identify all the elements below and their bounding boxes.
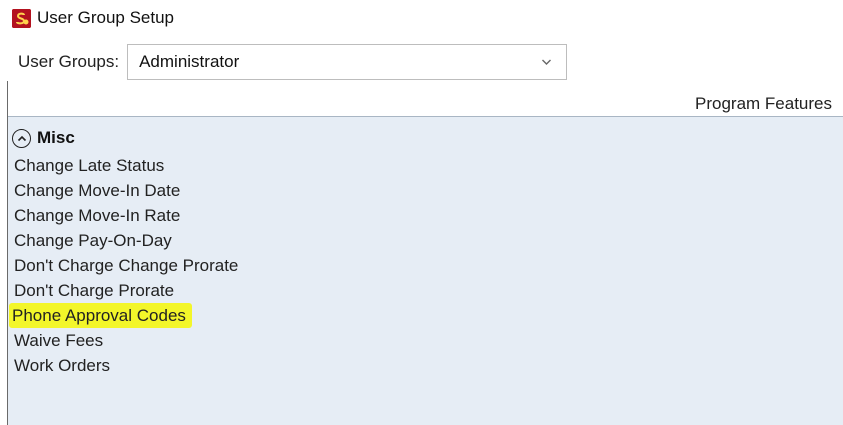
- feature-item-label: Waive Fees: [14, 331, 104, 350]
- program-features-header: Program Features: [695, 94, 832, 113]
- feature-item-dont-charge-change-prorate[interactable]: Don't Charge Change Prorate: [12, 253, 240, 278]
- feature-item-label: Don't Charge Change Prorate: [14, 256, 239, 275]
- feature-item-change-move-in-rate[interactable]: Change Move-In Rate: [12, 203, 240, 228]
- feature-item-label: Change Late Status: [14, 156, 165, 175]
- title-bar: User Group Setup: [12, 7, 174, 29]
- window-title: User Group Setup: [37, 8, 175, 27]
- feature-item-phone-approval-codes[interactable]: Phone Approval Codes: [9, 303, 240, 328]
- user-groups-row: User Groups: Administrator: [18, 44, 568, 80]
- cropped-annotation-text: [150, 0, 840, 3]
- user-groups-label: User Groups:: [18, 52, 120, 71]
- feature-list: Change Late Status Change Move-In Date C…: [9, 153, 240, 378]
- feature-item-dont-charge-prorate[interactable]: Don't Charge Prorate: [12, 278, 240, 303]
- feature-item-change-move-in-date[interactable]: Change Move-In Date: [12, 178, 240, 203]
- user-groups-selected-value: Administrator: [139, 52, 240, 71]
- app-logo-icon: [12, 8, 31, 28]
- feature-item-waive-fees[interactable]: Waive Fees: [12, 328, 240, 353]
- feature-item-label: Don't Charge Prorate: [14, 281, 175, 300]
- group-header-misc[interactable]: Misc: [12, 128, 75, 148]
- feature-item-label: Change Move-In Rate: [14, 206, 181, 225]
- feature-item-label: Phone Approval Codes: [9, 303, 192, 328]
- program-features-panel: Misc Change Late Status Change Move-In D…: [8, 116, 843, 425]
- chevron-up-circle-icon[interactable]: [12, 128, 31, 148]
- user-groups-dropdown[interactable]: Administrator: [127, 44, 568, 80]
- feature-item-label: Work Orders: [14, 356, 111, 375]
- feature-item-label: Change Pay-On-Day: [14, 231, 172, 250]
- feature-item-label: Change Move-In Date: [14, 181, 181, 200]
- user-group-setup-window: User Group Setup User Groups: Administra…: [0, 0, 843, 425]
- feature-item-change-late-status[interactable]: Change Late Status: [12, 153, 240, 178]
- group-title: Misc: [37, 128, 75, 147]
- chevron-down-icon: [541, 53, 552, 71]
- feature-item-work-orders[interactable]: Work Orders: [12, 353, 240, 378]
- feature-item-change-pay-on-day[interactable]: Change Pay-On-Day: [12, 228, 240, 253]
